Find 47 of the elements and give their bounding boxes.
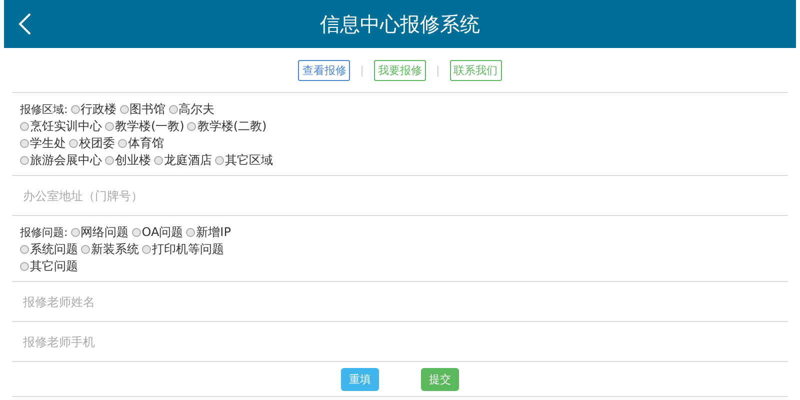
radio-icon[interactable] [20,122,29,131]
field-label: 报修问题: [20,225,68,241]
radio-icon[interactable] [70,105,80,114]
radio-icon[interactable] [69,139,78,148]
radio-icon[interactable] [105,156,114,165]
radio-icon[interactable] [20,262,29,271]
radio-option[interactable]: 图书馆 [120,101,166,118]
radio-option[interactable]: 校团委 [69,135,115,152]
radio-icon[interactable] [118,139,127,148]
radio-option[interactable]: 龙庭酒店 [154,152,212,169]
radio-option[interactable]: 烹饪实训中心 [20,118,102,135]
radio-option[interactable]: 系统问题 [20,241,78,258]
radio-option[interactable]: 教学楼(二教) [187,118,267,135]
separator: | [360,64,364,76]
radio-option[interactable]: 创业楼 [105,152,151,169]
radio-icon[interactable] [20,156,29,165]
radio-option[interactable]: 其它区域 [215,152,273,169]
radio-icon[interactable] [168,105,178,114]
radio-option[interactable]: 新装系统 [81,241,139,258]
back-icon[interactable] [18,12,32,36]
radio-icon[interactable] [20,139,29,148]
radio-option[interactable]: 行政楼 [70,101,117,118]
radio-icon[interactable] [154,156,163,165]
field-label: 报修区域: [20,102,68,118]
nav-link[interactable]: 查看报修 [298,60,350,80]
radio-icon[interactable] [215,156,224,165]
radio-option[interactable]: 新增IP [186,224,231,241]
radio-option[interactable]: OA问题 [132,224,184,241]
separator: | [436,64,440,76]
radio-option[interactable]: 高尔夫 [168,101,215,118]
radio-option[interactable]: 教学楼(一教) [105,118,184,135]
radio-icon[interactable] [132,228,141,237]
page-title: 信息中心报修系统 [320,10,480,38]
radio-option[interactable]: 其它问题 [20,258,78,275]
radio-icon[interactable] [20,245,29,254]
radio-option[interactable]: 网络问题 [70,224,129,241]
radio-option[interactable]: 旅游会展中心 [20,152,102,169]
radio-icon[interactable] [120,105,129,114]
radio-option[interactable]: 体育馆 [118,135,164,152]
radio-icon[interactable] [70,228,80,237]
radio-option[interactable]: 学生处 [20,135,66,152]
radio-icon[interactable] [81,245,90,254]
radio-icon[interactable] [186,228,196,237]
radio-icon[interactable] [187,122,196,131]
radio-icon[interactable] [142,245,151,254]
radio-icon[interactable] [105,122,114,131]
radio-option[interactable]: 打印机等问题 [142,241,224,258]
